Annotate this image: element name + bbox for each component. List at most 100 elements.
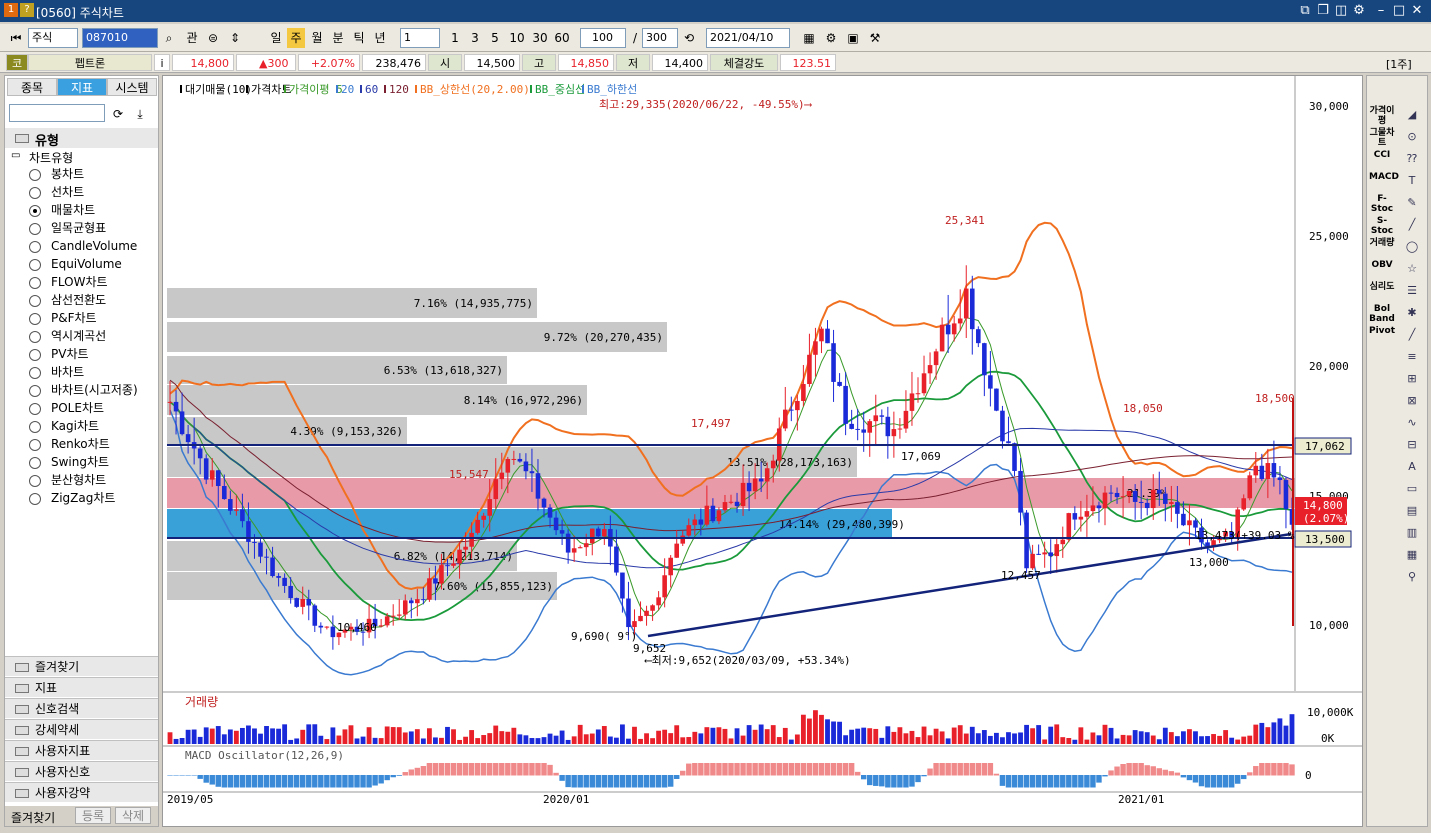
chart-type-2[interactable]: 매물차트	[5, 202, 155, 219]
chart-type-3[interactable]: 일목균형표	[5, 220, 155, 237]
settings-icon[interactable]: ⚙	[822, 28, 840, 48]
chart-type-10[interactable]: PV차트	[5, 346, 155, 363]
interval-select[interactable]: 1	[400, 28, 440, 48]
drawing-tool-icon[interactable]: ≡	[1401, 348, 1423, 366]
indicator-shortcut-2[interactable]: CCI	[1369, 150, 1395, 160]
indicator-shortcut-3[interactable]: MACD	[1369, 172, 1399, 182]
indicator-shortcut-6[interactable]: 거래량	[1369, 238, 1395, 248]
gwan-button[interactable]: 관	[182, 28, 202, 48]
drawing-tool-icon[interactable]: ∿	[1401, 414, 1423, 432]
chart-type-1[interactable]: 선차트	[5, 184, 155, 201]
chart-type-9[interactable]: 역시계곡선	[5, 328, 155, 345]
chart-area[interactable]: 7.16% (14,935,775) 9.72% (20,270,435) 6.53…	[162, 75, 1363, 827]
download-icon[interactable]: ⤓	[131, 104, 149, 124]
interval-60[interactable]: 60	[551, 28, 573, 48]
chart-type-6[interactable]: FLOW차트	[5, 274, 155, 291]
minimize-icon[interactable]: –	[1372, 2, 1390, 20]
drawing-tool-icon[interactable]: ▤	[1401, 502, 1423, 520]
indicator-shortcut-4[interactable]: F-Stoc	[1369, 194, 1395, 214]
chart-icon[interactable]: ▦	[800, 28, 818, 48]
view-count-input[interactable]: 100	[580, 28, 626, 48]
maximize-icon[interactable]: □	[1390, 2, 1408, 20]
scroll-icon[interactable]: ⊜	[204, 28, 222, 48]
period-tick[interactable]: 틱	[349, 28, 369, 48]
drawing-tool-icon[interactable]: A	[1401, 458, 1423, 476]
chart-type-17[interactable]: 분산형차트	[5, 472, 155, 489]
drawing-tool-icon[interactable]: ⚲	[1401, 568, 1423, 586]
tab-stock[interactable]: 종목	[7, 78, 57, 96]
sidebar-group-6[interactable]: 사용자강약	[5, 782, 158, 802]
chart-type-16[interactable]: Swing차트	[5, 454, 155, 471]
close-icon[interactable]: ✕	[1408, 2, 1426, 20]
drawing-tool-icon[interactable]: ⊞	[1401, 370, 1423, 388]
period-day[interactable]: 일	[266, 28, 286, 48]
indicator-shortcut-5[interactable]: S-Stoc	[1369, 216, 1395, 236]
filter-input[interactable]	[9, 104, 105, 122]
gear-icon[interactable]: ⚙	[1350, 2, 1368, 20]
tab-system[interactable]: 시스템	[107, 78, 157, 96]
drawing-tool-icon[interactable]: T	[1401, 172, 1423, 190]
drawing-tool-icon[interactable]: ╱	[1401, 216, 1423, 234]
code-input[interactable]: 087010	[82, 28, 158, 48]
interval-1[interactable]: 1	[446, 28, 464, 48]
drawing-tool-icon[interactable]: ▭	[1401, 480, 1423, 498]
indicator-shortcut-9[interactable]: Bol Band	[1369, 304, 1395, 324]
interval-30[interactable]: 30	[529, 28, 551, 48]
prev-icon[interactable]: ⏮	[8, 28, 24, 48]
drawing-tool-icon[interactable]: ☰	[1401, 282, 1423, 300]
indicator-shortcut-10[interactable]: Pivot	[1369, 326, 1395, 336]
drawing-tool-icon[interactable]: ◢	[1401, 106, 1423, 124]
chart-type-0[interactable]: 봉차트	[5, 166, 155, 183]
date-input[interactable]: 2021/04/10	[706, 28, 790, 48]
total-count-input[interactable]: 300	[642, 28, 678, 48]
sidebar-group-5[interactable]: 사용자신호	[5, 761, 158, 781]
drawing-tool-icon[interactable]: ☆	[1401, 260, 1423, 278]
copy-icon[interactable]: ❐	[1314, 2, 1332, 20]
chart-type-13[interactable]: POLE차트	[5, 400, 155, 417]
indicator-shortcut-1[interactable]: 그물차트	[1369, 128, 1395, 148]
drawing-tool-icon[interactable]: ⊠	[1401, 392, 1423, 410]
chart-svg[interactable]: 7.16% (14,935,775) 9.72% (20,270,435) 6.53…	[163, 76, 1362, 826]
reset-icon[interactable]: ⟲	[680, 28, 698, 48]
save-icon[interactable]: ▣	[844, 28, 862, 48]
indicator-shortcut-0[interactable]: 가격이평	[1369, 106, 1395, 126]
drawing-tool-icon[interactable]: ▥	[1401, 524, 1423, 542]
drawing-tool-icon[interactable]: ⊙	[1401, 128, 1423, 146]
tools-icon[interactable]: ⚒	[866, 28, 884, 48]
drawing-tool-icon[interactable]: ⁇	[1401, 150, 1423, 168]
sidebar-group-1[interactable]: 지표	[5, 677, 158, 697]
chart-type-18[interactable]: ZigZag차트	[5, 490, 155, 507]
drawing-tool-icon[interactable]: ╱	[1401, 326, 1423, 344]
interval-10[interactable]: 10	[506, 28, 528, 48]
delete-button[interactable]: 삭제	[115, 807, 151, 824]
tree-root[interactable]: ▭ 차트유형	[11, 149, 73, 166]
section-header[interactable]: 유형	[5, 128, 158, 149]
chart-type-7[interactable]: 삼선전환도	[5, 292, 155, 309]
drawing-tool-icon[interactable]: ◯	[1401, 238, 1423, 256]
drawing-tool-icon[interactable]: ✎	[1401, 194, 1423, 212]
sidebar-group-4[interactable]: 사용자지표	[5, 740, 158, 760]
chart-type-4[interactable]: CandleVolume	[5, 238, 155, 255]
period-year[interactable]: 년	[370, 28, 390, 48]
info-icon[interactable]: i	[154, 54, 170, 71]
sidebar-group-0[interactable]: 즐겨찾기	[5, 656, 158, 676]
indicator-shortcut-8[interactable]: 심리도	[1369, 282, 1395, 292]
camera-icon[interactable]: ◫	[1332, 2, 1350, 20]
register-button[interactable]: 등록	[75, 807, 111, 824]
chart-type-14[interactable]: Kagi차트	[5, 418, 155, 435]
footer-favorites[interactable]: 즐겨찾기	[11, 809, 55, 826]
sidebar-group-2[interactable]: 신호검색	[5, 698, 158, 718]
chart-type-11[interactable]: 바차트	[5, 364, 155, 381]
chart-type-8[interactable]: P&F차트	[5, 310, 155, 327]
interval-3[interactable]: 3	[466, 28, 484, 48]
chart-type-12[interactable]: 바차트(시고저종)	[5, 382, 155, 399]
chart-type-5[interactable]: EquiVolume	[5, 256, 155, 273]
chart-type-15[interactable]: Renko차트	[5, 436, 155, 453]
interval-5[interactable]: 5	[486, 28, 504, 48]
period-month[interactable]: 월	[307, 28, 327, 48]
help-icon[interactable]: ?	[20, 3, 34, 17]
drawing-tool-icon[interactable]: ▦	[1401, 546, 1423, 564]
updown-icon[interactable]: ⇕	[226, 28, 244, 48]
tab-indicator[interactable]: 지표	[57, 78, 107, 96]
indicator-shortcut-7[interactable]: OBV	[1369, 260, 1395, 270]
